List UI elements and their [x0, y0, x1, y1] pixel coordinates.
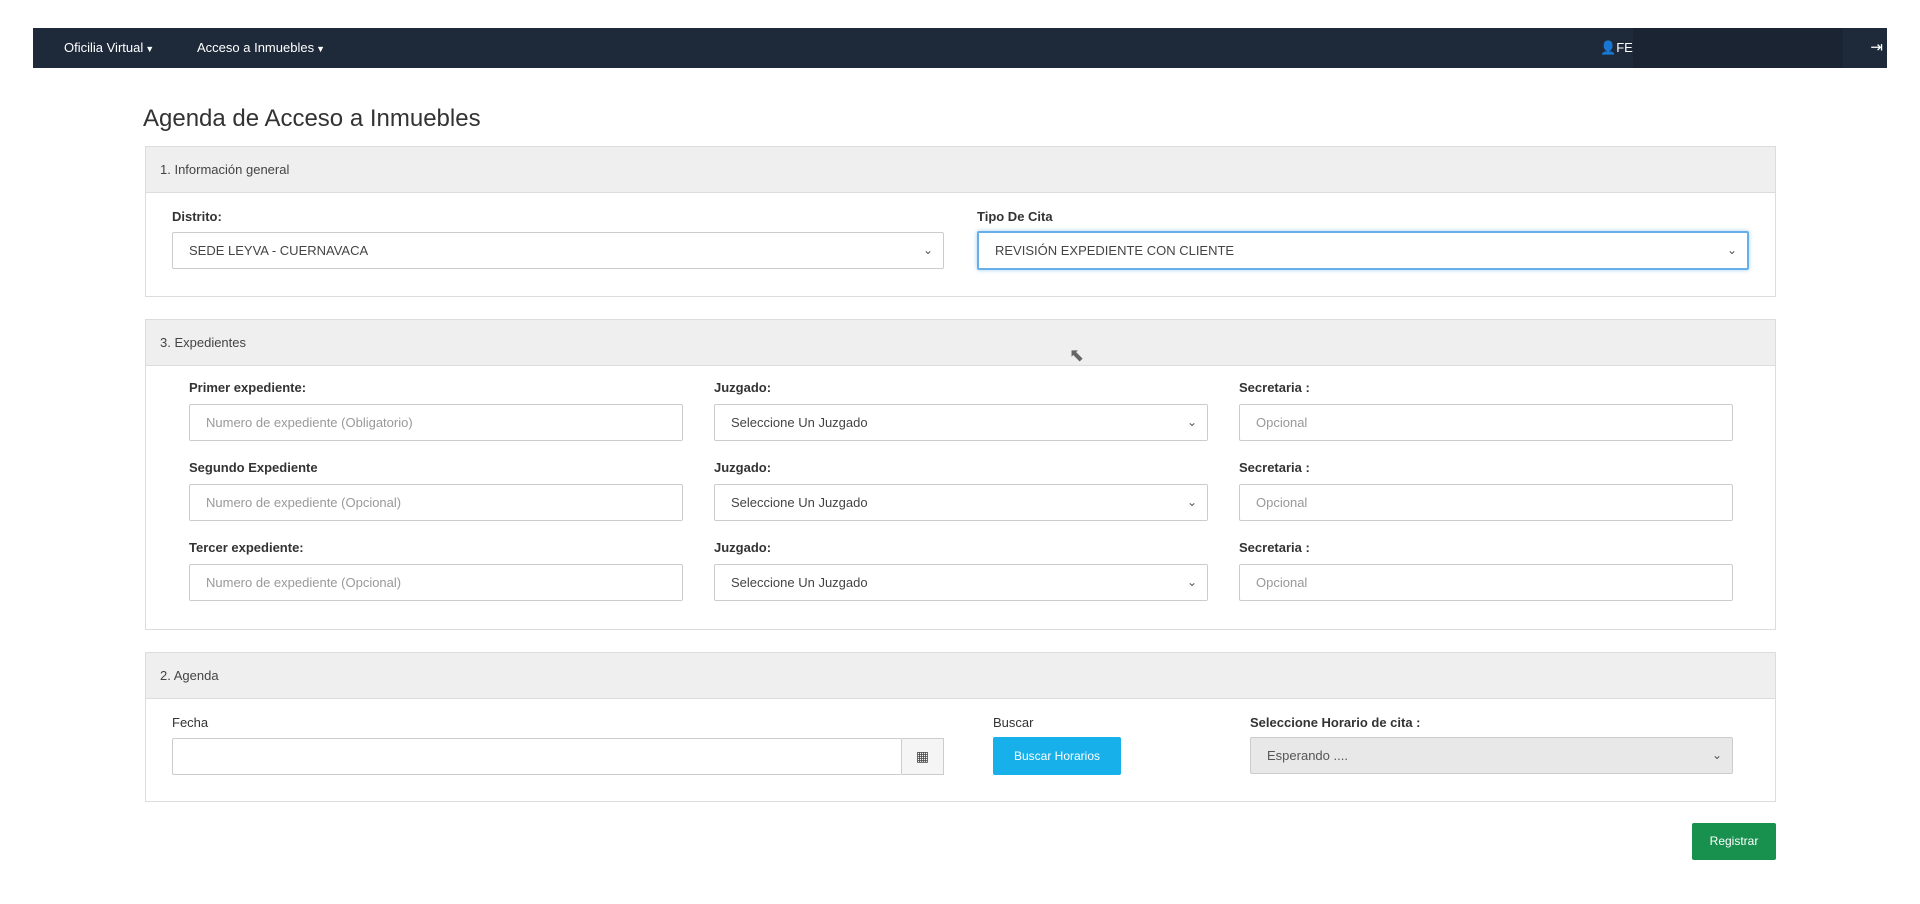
nav-oficialia-label: Oficilia Virtual	[64, 40, 144, 55]
secretaria-input-3[interactable]: Opcional	[1239, 564, 1733, 601]
juzgado-label-1: Juzgado:	[714, 380, 772, 395]
chevron-down-icon: ⌄	[1726, 243, 1737, 257]
secretaria-label-1: Secretaria :	[1239, 380, 1310, 395]
tipo-cita-label: Tipo De Cita	[977, 209, 1053, 224]
panel-agenda: 2. Agenda Fecha ▦ Buscar Buscar Horarios…	[145, 652, 1776, 802]
caret-down-icon: ▼	[316, 44, 325, 54]
panel-expedientes: 3. Expedientes Primer expediente: Numero…	[145, 319, 1776, 630]
panel-heading-agenda: 2. Agenda	[146, 653, 1775, 699]
chevron-down-icon: ⌄	[1186, 415, 1197, 429]
nav-user[interactable]: 👤FE	[1600, 28, 1633, 68]
distrito-value: SEDE LEYVA - CUERNAVACA	[189, 243, 369, 258]
user-name: FE	[1616, 40, 1633, 55]
chevron-down-icon: ⌄	[1186, 575, 1197, 589]
panel-heading-expedientes: 3. Expedientes	[146, 320, 1775, 366]
primer-expediente-input[interactable]: Numero de expediente (Obligatorio)	[189, 404, 683, 441]
nav-oficialia-virtual[interactable]: Oficilia Virtual ▼	[64, 28, 154, 68]
buscar-horarios-button[interactable]: Buscar Horarios	[993, 737, 1121, 775]
secretaria-input-2[interactable]: Opcional	[1239, 484, 1733, 521]
secretaria-label-2: Secretaria :	[1239, 460, 1310, 475]
calendar-icon[interactable]: ▦	[902, 738, 944, 775]
secretaria-label-3: Secretaria :	[1239, 540, 1310, 555]
caret-down-icon: ▼	[145, 44, 155, 54]
juzgado-select-3[interactable]: Seleccione Un Juzgado ⌄	[714, 564, 1208, 601]
user-icon: 👤	[1600, 40, 1617, 55]
tercer-expediente-input[interactable]: Numero de expediente (Opcional)	[189, 564, 683, 601]
fecha-input[interactable]	[172, 738, 902, 775]
page-title: Agenda de Acceso a Inmuebles	[143, 105, 481, 132]
juzgado-value-2: Seleccione Un Juzgado	[731, 495, 868, 510]
secretaria-input-1[interactable]: Opcional	[1239, 404, 1733, 441]
panel-informacion-general: 1. Información general Distrito: SEDE LE…	[145, 146, 1776, 297]
buscar-label: Buscar	[993, 715, 1034, 730]
juzgado-select-2[interactable]: Seleccione Un Juzgado ⌄	[714, 484, 1208, 521]
segundo-expediente-input[interactable]: Numero de expediente (Opcional)	[189, 484, 683, 521]
primer-expediente-label: Primer expediente:	[189, 380, 307, 395]
horario-value: Esperando ....	[1267, 748, 1348, 763]
distrito-select[interactable]: SEDE LEYVA - CUERNAVACA ⌄	[172, 232, 944, 269]
horario-select[interactable]: Esperando .... ⌄	[1250, 737, 1733, 774]
tipo-cita-select[interactable]: REVISIÓN EXPEDIENTE CON CLIENTE ⌄	[977, 231, 1749, 270]
chevron-down-icon: ⌄	[922, 243, 933, 257]
tipo-cita-value: REVISIÓN EXPEDIENTE CON CLIENTE	[995, 243, 1235, 258]
tercer-expediente-label: Tercer expediente:	[189, 540, 304, 555]
panel-heading-general: 1. Información general	[146, 147, 1775, 193]
logout-icon[interactable]: ⇥	[1870, 28, 1883, 68]
nav-acceso-label: Acceso a Inmuebles	[197, 40, 315, 55]
horario-label: Seleccione Horario de cita :	[1250, 715, 1421, 730]
juzgado-value-3: Seleccione Un Juzgado	[731, 575, 868, 590]
mouse-pointer-icon: ⬉	[1069, 345, 1085, 365]
chevron-down-icon: ⌄	[1186, 495, 1197, 509]
chevron-down-icon: ⌄	[1711, 748, 1722, 762]
juzgado-select-1[interactable]: Seleccione Un Juzgado ⌄	[714, 404, 1208, 441]
registrar-button[interactable]: Registrar	[1692, 823, 1776, 860]
user-name-redacted	[1633, 28, 1843, 68]
distrito-label: Distrito:	[172, 209, 222, 224]
juzgado-label-2: Juzgado:	[714, 460, 772, 475]
nav-acceso-inmuebles[interactable]: Acceso a Inmuebles ▼	[197, 28, 325, 68]
top-navbar: Oficilia Virtual ▼ Acceso a Inmuebles ▼ 👤F…	[33, 28, 1887, 68]
juzgado-value-1: Seleccione Un Juzgado	[731, 415, 868, 430]
juzgado-label-3: Juzgado:	[714, 540, 772, 555]
fecha-label: Fecha	[172, 715, 209, 730]
segundo-expediente-label: Segundo Expediente	[189, 460, 318, 475]
